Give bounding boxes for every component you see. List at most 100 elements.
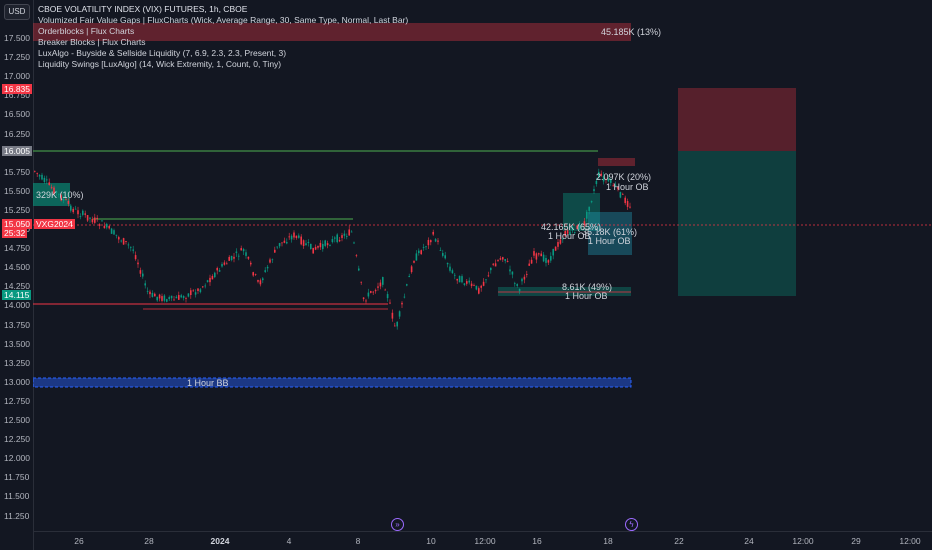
candle-body [305,243,307,246]
indicator-legend-item[interactable]: Liquidity Swings [LuxAlgo] (14, Wick Ext… [38,59,408,70]
candle-body [504,259,506,261]
time-tick-label: 29 [851,536,861,546]
candle-body [461,276,463,283]
candle-body [494,263,497,267]
candle-body [511,271,514,275]
candle-body [190,290,192,295]
candle-body [247,256,250,259]
candle-body [228,256,230,261]
candle-body [624,197,626,204]
fast-forward-circle-icon[interactable]: » [391,518,404,531]
price-tick-label: 13.250 [4,357,30,368]
candle-body [619,192,622,198]
candle-body [125,240,127,242]
candle-body [293,232,295,238]
candle-body [185,298,187,300]
candle-body [170,295,173,299]
candle-body [550,256,552,261]
candle-body [586,211,588,219]
price-tick-label: 13.000 [4,376,30,387]
currency-button[interactable]: USD [4,4,30,20]
candle-body [286,242,288,244]
indicator-legend-item[interactable]: LuxAlgo - Buyside & Sellside Liquidity (… [38,48,408,59]
candle-body [302,240,305,246]
candle-body [396,321,398,327]
candle-body [317,245,319,248]
candle-body [492,263,494,265]
candle-body [156,296,158,301]
candle-body [274,249,276,253]
candle-body [110,228,113,234]
candle-body [245,252,247,256]
candle-body [307,242,310,244]
candle-body [403,296,406,298]
candle-body [173,299,175,301]
candle-body [406,284,408,286]
time-tick-label: 28 [144,536,154,546]
chart-legend: CBOE VOLATILITY INDEX (VIX) FUTURES, 1h,… [38,4,408,70]
candle-body [154,293,156,297]
candle-body [98,224,101,226]
candle-body [514,283,516,285]
time-tick-label: 4 [286,536,292,546]
price-tick-label: 11.500 [4,491,30,502]
indicator-legend-item[interactable]: Volumized Fair Value Gaps | FluxCharts (… [38,15,408,26]
price-tick-label: 11.750 [4,472,30,483]
candle-body [221,264,223,267]
candle-body [199,289,202,293]
candle-body [557,242,559,247]
candle-body [480,285,482,288]
candle-body [300,236,302,245]
candle-body [82,210,84,215]
candle-body [211,275,214,280]
candle-body [350,231,353,233]
position-target-zone [678,151,796,296]
price-tick-label: 14.750 [4,243,30,254]
symbol-title[interactable]: CBOE VOLATILITY INDEX (VIX) FUTURES, 1h,… [38,4,408,15]
candle-body [482,281,485,286]
candle-body [120,240,122,242]
lightning-circle-icon[interactable]: ϟ [625,518,638,531]
price-axis[interactable]: USD 17.500 17.250 17.000 16.750 16.500 16.250… [0,0,75,550]
candle-body [523,276,526,280]
candle-body [137,262,139,265]
candle-body [206,280,209,283]
candle-body [38,175,41,177]
candle-body [425,246,427,248]
position-stop-zone [678,88,796,151]
candle-body [36,172,38,174]
indicator-legend-item[interactable]: Orderblocks | Flux Charts [38,26,408,37]
candle-body [118,237,120,240]
candle-body [410,266,413,273]
candle-body [463,283,466,285]
candle-body [77,210,79,215]
price-tick-label: 16.500 [4,109,30,120]
candle-body [298,235,300,238]
candle-body [79,216,82,217]
candle-body [89,217,91,219]
candle-body [250,262,252,265]
candle-body [50,187,53,189]
candle-body [130,246,132,248]
candle-body [377,286,379,288]
price-tick-label: 12.750 [4,395,30,406]
candle-body [475,285,478,290]
candle-body [336,234,338,243]
candle-body [427,239,430,246]
time-tick-label: 12:00 [792,536,814,546]
time-axis[interactable]: 26 28 2024 4 8 10 12:00 16 18 22 24 12:00 29 12:00 [33,531,932,550]
price-chart[interactable] [33,0,932,532]
indicator-legend-item[interactable]: Breaker Blocks | Flux Charts [38,37,408,48]
candle-body [408,276,410,278]
candle-body [281,242,283,244]
candle-body [446,262,449,265]
price-tick-label: 17.250 [4,52,30,63]
time-tick-label: 24 [744,536,754,546]
candle-body [101,220,103,222]
candle-body [542,254,545,262]
candle-body [86,215,89,221]
time-tick-label: 26 [74,536,84,546]
candle-body [629,206,631,208]
price-tick-label: 12.250 [4,434,30,445]
candle-body [466,281,468,284]
